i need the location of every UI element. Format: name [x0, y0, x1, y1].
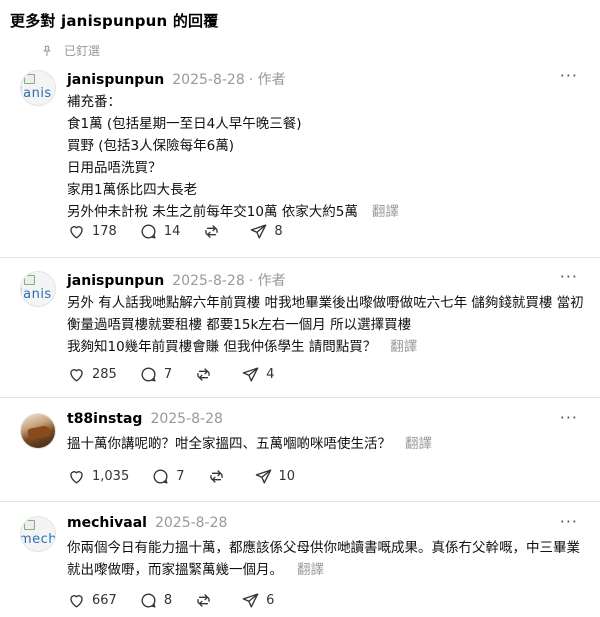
repost-button[interactable] [194, 365, 219, 384]
share-button[interactable]: 4 [241, 365, 274, 384]
reply-button[interactable]: 7 [151, 467, 185, 486]
comment-icon [141, 367, 156, 382]
more-icon[interactable]: ··· [560, 408, 578, 427]
translate-link[interactable]: 翻譯 [405, 436, 432, 452]
post-date: 2025-8-28 [172, 72, 245, 88]
share-button[interactable]: 8 [249, 222, 283, 241]
share-icon [242, 367, 259, 382]
repost-icon [209, 470, 223, 483]
author-tag: · 作者 [248, 273, 286, 289]
post-date: 2025-8-28 [172, 273, 245, 289]
translate-link[interactable]: 翻譯 [297, 562, 324, 578]
avatar[interactable]: mech [20, 516, 56, 552]
post-body: 你兩個今日有能力搵十萬，都應該係父母供你哋讀書嘅成果。真係冇父幹嘅，中三畢業就出… [67, 540, 580, 578]
reply-post: mech mechivaal 2025-8-28 ··· 你兩個今日有能力搵十萬… [0, 510, 600, 617]
heart-icon [70, 471, 83, 484]
pinned-label: 已釘選 [64, 44, 101, 58]
author-tag: · 作者 [248, 72, 286, 88]
pinned-indicator: 已釘選 [40, 42, 100, 59]
heart-icon [70, 226, 83, 239]
more-icon[interactable]: ··· [560, 512, 578, 531]
reply-post: janis janispunpun 2025-8-28 · 作者 ··· 補充番… [0, 64, 600, 260]
divider [0, 257, 600, 258]
share-icon [255, 469, 271, 484]
reply-post: janis janispunpun 2025-8-28 · 作者 ··· 另外 … [0, 265, 600, 395]
avatar[interactable]: janis [20, 271, 56, 307]
post-body: 另外 有人話我哋點解六年前買樓 咁我地畢業後出嚟做嘢做咗六七年 儲夠錢就買樓 當… [67, 295, 584, 355]
like-button[interactable]: 285 [67, 365, 117, 384]
reply-button[interactable]: 8 [139, 591, 172, 610]
reply-post: t88instag 2025-8-28 ··· 搵十萬你講呢啲？咁全家搵四、五萬… [0, 406, 600, 502]
pin-icon [43, 45, 51, 56]
page-title: 更多對 janispunpun 的回覆 [10, 12, 219, 30]
repost-icon [197, 368, 210, 381]
repost-icon [205, 225, 219, 238]
reply-button[interactable]: 14 [139, 222, 180, 241]
more-icon[interactable]: ··· [560, 267, 578, 286]
post-body: 搵十萬你講呢啲？咁全家搵四、五萬嗰啲咪唔使生活？ 翻譯 [67, 436, 432, 452]
post-date: 2025-8-28 [154, 515, 228, 531]
username[interactable]: mechivaal [67, 515, 147, 531]
post-date: 2025-8-28 [150, 411, 223, 427]
avatar[interactable] [20, 413, 56, 449]
heart-icon [70, 369, 83, 382]
translate-link[interactable]: 翻譯 [372, 204, 399, 220]
like-button[interactable]: 667 [67, 591, 117, 610]
heart-icon [70, 595, 83, 608]
divider [0, 501, 600, 502]
avatar[interactable]: janis [20, 70, 56, 106]
repost-button[interactable] [207, 467, 232, 486]
username[interactable]: t88instag [67, 411, 142, 427]
share-button[interactable]: 6 [241, 591, 274, 610]
share-icon [242, 593, 259, 608]
comment-icon [141, 593, 156, 608]
divider [0, 397, 600, 398]
repost-icon [197, 594, 210, 607]
username[interactable]: janispunpun [67, 273, 164, 289]
like-button[interactable]: 178 [67, 222, 117, 241]
share-icon [251, 224, 267, 239]
like-button[interactable]: 1,035 [67, 467, 129, 486]
comment-icon [141, 224, 156, 239]
repost-button[interactable] [202, 222, 227, 241]
repost-button[interactable] [194, 591, 219, 610]
share-button[interactable]: 10 [254, 467, 295, 486]
translate-link[interactable]: 翻譯 [390, 339, 417, 355]
post-body: 補充番： 食1萬 (包括星期一至日4人早午晚三餐) 買野 (包括3人保險每年6萬… [67, 94, 399, 220]
reply-button[interactable]: 7 [139, 365, 172, 384]
comment-icon [153, 469, 168, 484]
more-icon[interactable]: ··· [560, 66, 578, 85]
username[interactable]: janispunpun [67, 72, 164, 88]
